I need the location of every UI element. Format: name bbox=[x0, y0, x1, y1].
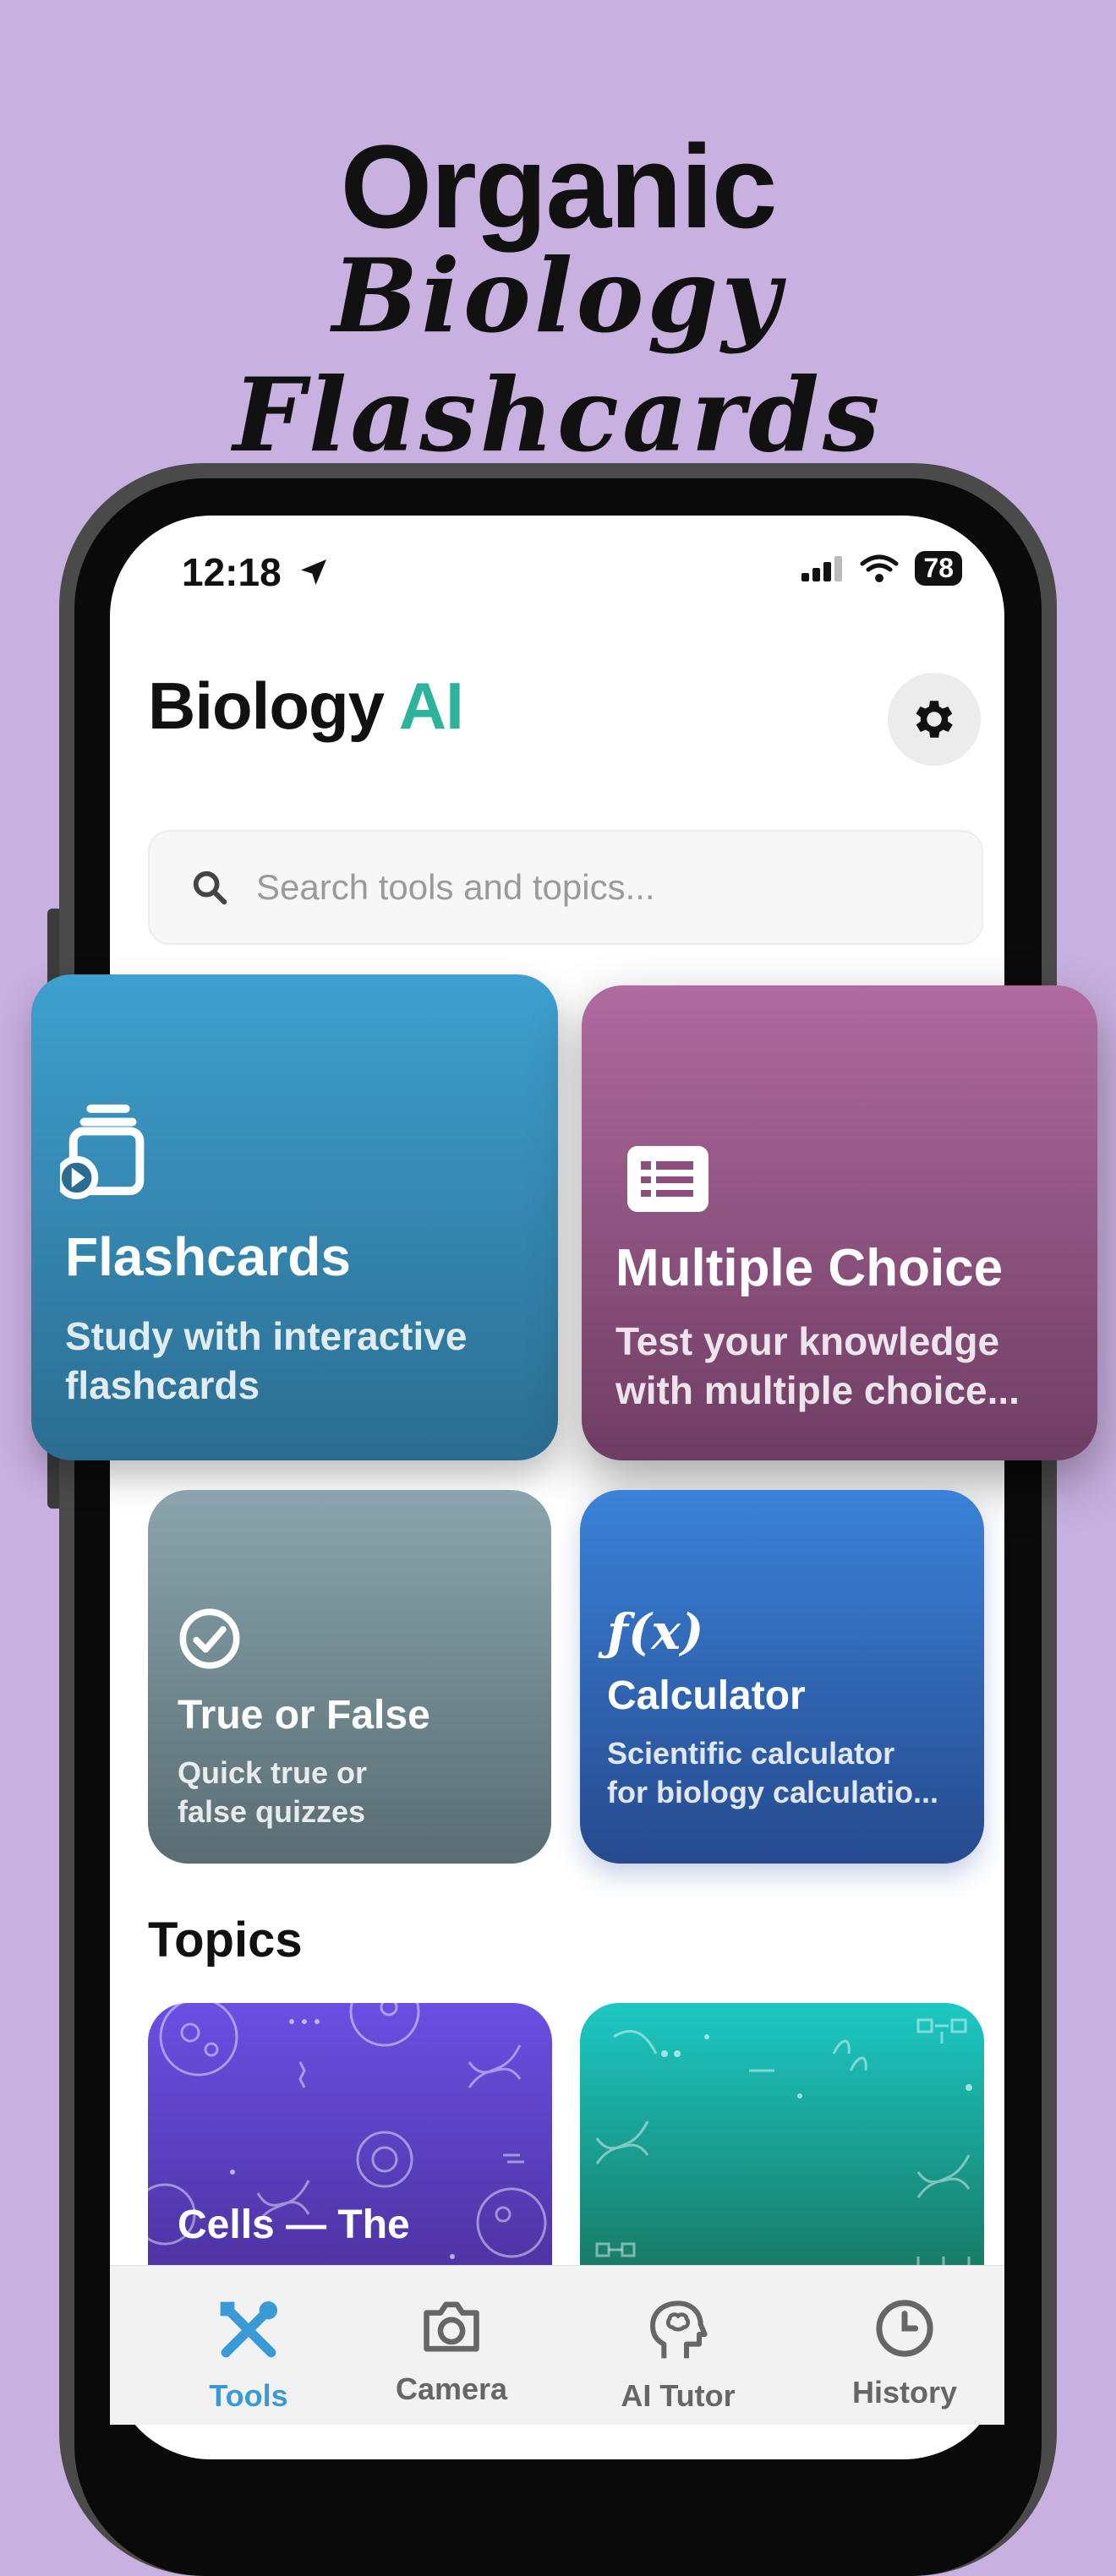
brain-icon bbox=[650, 2300, 708, 2359]
tab-tools[interactable]: Tools bbox=[164, 2296, 333, 2414]
status-time: 12:18 bbox=[182, 549, 331, 595]
battery-indicator: 78 bbox=[915, 551, 962, 586]
tool-title: True or False bbox=[178, 1693, 430, 1738]
search-bar[interactable] bbox=[148, 830, 983, 945]
tool-title: Multiple Choice bbox=[615, 1239, 1004, 1297]
tab-label: History bbox=[851, 2375, 958, 2410]
tab-label: AI Tutor bbox=[621, 2378, 736, 2413]
tab-camera[interactable]: Camera bbox=[367, 2296, 536, 2407]
app-title: Biology AI bbox=[148, 669, 464, 743]
dna-pattern-illustration bbox=[595, 2018, 977, 2307]
tool-title: Calculator bbox=[607, 1673, 806, 1718]
tools-icon bbox=[220, 2301, 277, 2358]
check-circle-icon bbox=[179, 1608, 240, 1669]
tool-description-line2: false quizzes bbox=[178, 1794, 366, 1829]
tool-description-line1: Test your knowledge bbox=[615, 1319, 1000, 1363]
function-icon: ƒ(x) bbox=[607, 1603, 704, 1661]
tool-card-flashcards[interactable]: Flashcards Study with interactive flashc… bbox=[31, 974, 558, 1460]
wifi-icon bbox=[860, 554, 899, 582]
tool-title: Flashcards bbox=[65, 1226, 351, 1287]
topic-card-cells[interactable]: Cells — The bbox=[148, 2003, 552, 2307]
search-input[interactable] bbox=[254, 866, 900, 909]
settings-button[interactable] bbox=[888, 673, 981, 766]
clock-icon bbox=[876, 2300, 933, 2357]
tab-history[interactable]: History bbox=[820, 2296, 989, 2410]
tool-description-line1: Study with interactive bbox=[65, 1314, 468, 1358]
status-indicators: 78 bbox=[800, 551, 962, 586]
tool-description-line1: Quick true or bbox=[178, 1755, 368, 1790]
tool-description-line2: with multiple choice... bbox=[615, 1368, 1020, 1412]
promo-subheadline: Biology Flashcards bbox=[232, 237, 884, 475]
tab-ai-tutor[interactable]: AI Tutor bbox=[594, 2296, 763, 2414]
tab-bar: Tools Camera AI Tutor History bbox=[110, 2265, 1004, 2425]
cell-pattern-illustration bbox=[148, 2003, 547, 2259]
tool-description-line2: for biology calculatio... bbox=[607, 1775, 939, 1809]
tool-card-true-or-false[interactable]: True or False Quick true or false quizze… bbox=[148, 1490, 551, 1864]
tool-card-calculator[interactable]: ƒ(x) Calculator Scientific calculator fo… bbox=[580, 1490, 984, 1864]
tool-description-line1: Scientific calculator bbox=[607, 1736, 895, 1771]
location-arrow-icon bbox=[301, 559, 327, 585]
search-icon bbox=[193, 870, 227, 905]
gear-icon bbox=[916, 701, 953, 738]
topic-label: Cells — The bbox=[178, 2202, 410, 2247]
flashcards-icon bbox=[55, 1104, 145, 1200]
promo-headline: Organic bbox=[340, 120, 777, 253]
tab-label: Camera bbox=[395, 2371, 508, 2406]
tool-card-multiple-choice[interactable]: Multiple Choice Test your knowledge with… bbox=[582, 985, 1097, 1460]
tool-description-line2: flashcards bbox=[65, 1363, 260, 1407]
tab-label: Tools bbox=[209, 2378, 288, 2413]
signal-icon bbox=[801, 555, 843, 581]
camera-icon bbox=[424, 2301, 479, 2352]
topics-heading: Topics bbox=[148, 1913, 303, 1967]
list-icon bbox=[627, 1146, 708, 1212]
topic-card-genetics[interactable] bbox=[580, 2003, 984, 2307]
